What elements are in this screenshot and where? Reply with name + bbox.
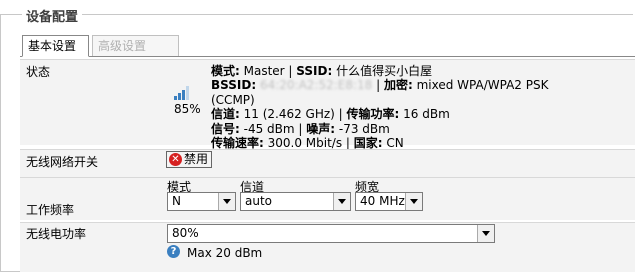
country-value: CN [382, 136, 404, 151]
wifi-switch-row: 无线网络开关 [20, 149, 635, 177]
tx-power-row-label: 无线电功率 [26, 227, 87, 241]
channel-value: 11 (2.462 GHz) | [239, 107, 347, 122]
chevron-down-icon [218, 193, 235, 210]
encryption-value: mixed WPA/WPA2 PSK [412, 78, 549, 93]
status-details: 模式: Master | SSID: 什么值得买小白屋 BSSID: 64:20… [211, 64, 591, 150]
bssid-label: BSSID: [211, 78, 257, 93]
channel-select-value: auto [245, 194, 273, 208]
tab-basic-settings[interactable]: 基本设置 [22, 35, 89, 57]
encryption-label: 加密: [383, 78, 413, 93]
mode-value: Master | [239, 64, 297, 78]
tx-power-value: 16 dBm [399, 107, 450, 122]
country-label: 国家: [353, 136, 383, 151]
separator: | [372, 78, 384, 93]
max-power-hint: Max 20 dBm [187, 246, 263, 260]
tx-power-label: 传输功率: [346, 107, 400, 122]
chevron-down-icon [405, 193, 422, 210]
frequency-label: 工作频率 [26, 203, 75, 217]
disable-wifi-button[interactable]: ✕ 禁用 [166, 151, 212, 168]
tx-power-select-value: 80% [172, 226, 199, 240]
mode-label: 模式: [211, 64, 240, 78]
status-label: 状态 [26, 65, 51, 79]
help-icon: ? [167, 245, 180, 258]
rate-value: 300.0 Mbit/s | [263, 136, 354, 151]
width-select-value: 40 MHz [360, 194, 405, 208]
noise-value: -73 dBm [335, 121, 390, 136]
mode-select-value: N [172, 194, 181, 208]
channel-select[interactable]: auto [240, 192, 351, 211]
disable-icon: ✕ [169, 153, 182, 166]
signal-label: 信号: [211, 121, 240, 136]
rate-label: 传输速率: [211, 136, 264, 151]
width-select[interactable]: 40 MHz [355, 192, 423, 211]
channel-label: 信道: [211, 107, 240, 122]
chevron-down-icon [477, 225, 494, 242]
encryption-cipher: (CCMP) [211, 92, 255, 107]
noise-label: 噪声: [306, 121, 336, 136]
mode-select[interactable]: N [167, 192, 236, 211]
ssid-label: SSID: [296, 64, 333, 78]
tab-advanced-settings[interactable]: 高级设置 [92, 35, 179, 57]
bssid-value: 64:20:A2:52:E8:18 [256, 78, 373, 93]
signal-value: -45 dBm | [239, 121, 307, 136]
signal-strength-icon [174, 86, 189, 100]
ssid-value: 什么值得买小白屋 [332, 64, 433, 78]
disable-button-label: 禁用 [184, 152, 209, 166]
section-title: 设备配置 [22, 6, 83, 25]
chevron-down-icon [333, 193, 350, 210]
signal-percent: 85% [174, 102, 201, 116]
tab-divider [20, 56, 635, 57]
tx-power-select[interactable]: 80% [167, 224, 495, 243]
wifi-switch-label: 无线网络开关 [26, 155, 99, 169]
